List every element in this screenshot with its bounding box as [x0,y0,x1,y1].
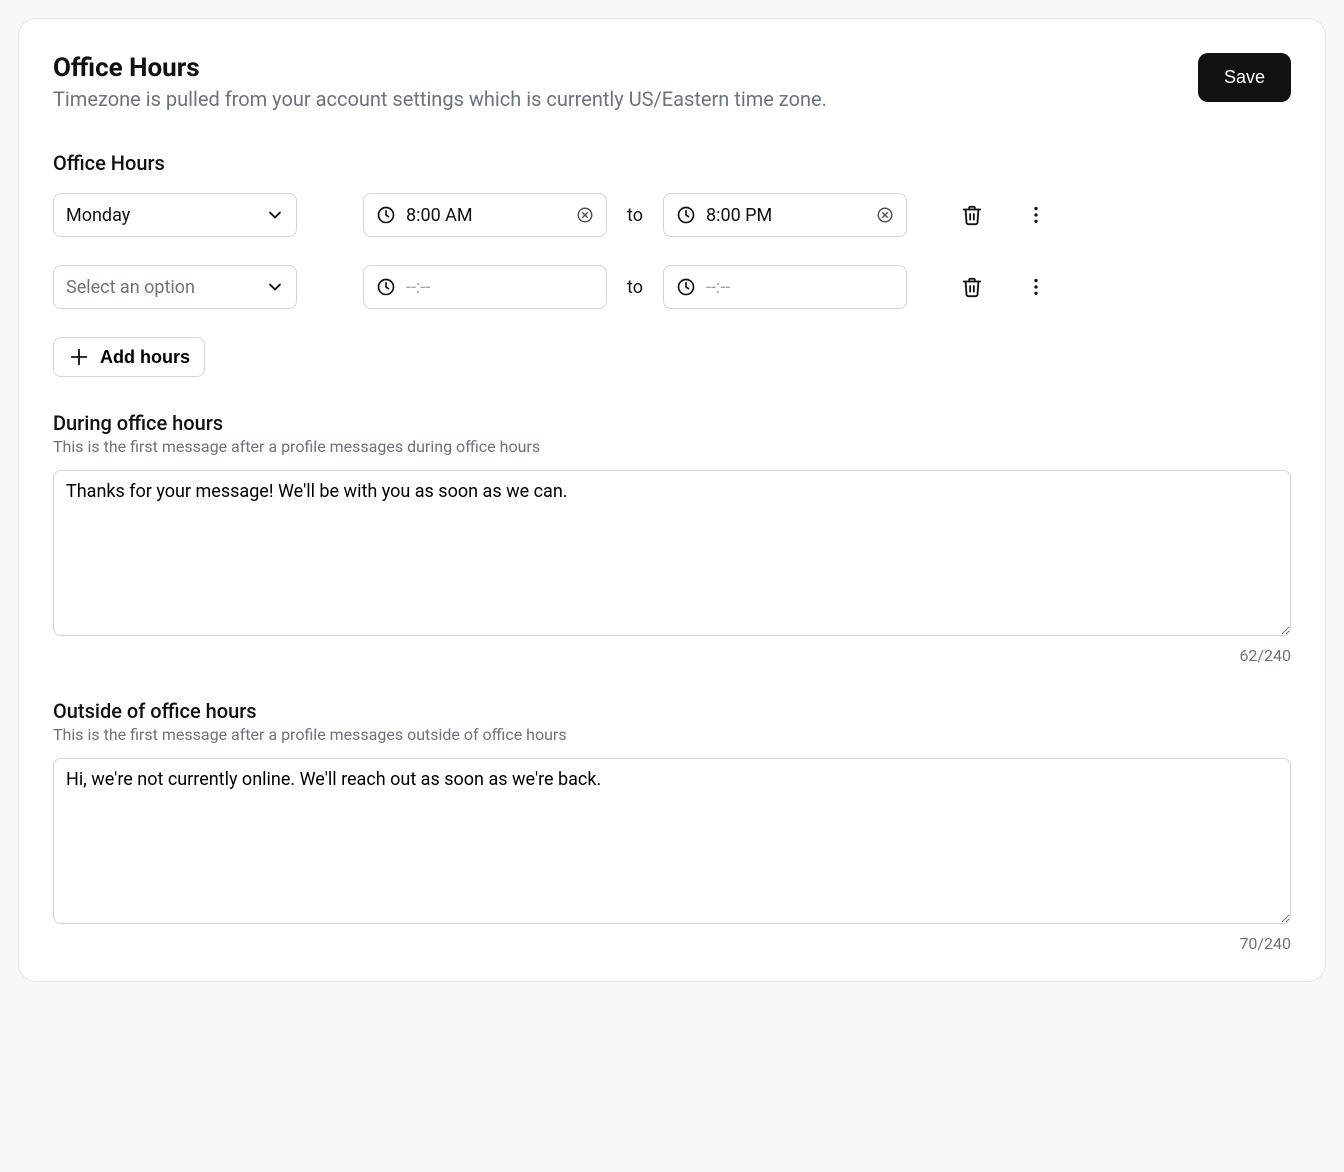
delete-row-button[interactable] [957,272,987,302]
end-time-placeholder: --:-- [706,277,894,298]
day-select-placeholder: Select an option [66,277,195,298]
start-time-value: 8:00 AM [406,205,576,226]
to-label: to [623,277,647,298]
office-hours-label: Office Hours [53,151,1291,175]
clock-icon [676,205,696,225]
to-label: to [623,205,647,226]
during-label: During office hours [53,411,1291,435]
outside-block: Outside of office hours This is the firs… [53,699,1291,953]
trash-icon [961,204,983,226]
during-counter: 62/240 [53,646,1291,665]
outside-counter: 70/240 [53,934,1291,953]
clear-start-time-button[interactable] [576,206,594,224]
delete-row-button[interactable] [957,200,987,230]
row-more-button[interactable] [1021,272,1051,302]
hours-row: Select an option --:-- to --:-- [53,265,1291,309]
page-title: Office Hours [53,53,827,83]
save-button[interactable]: Save [1198,53,1291,102]
row-more-button[interactable] [1021,200,1051,230]
header-texts: Office Hours Timezone is pulled from you… [53,53,827,111]
page-subtitle: Timezone is pulled from your account set… [53,87,827,111]
clock-icon [376,277,396,297]
clock-icon [676,277,696,297]
during-message-textarea[interactable] [53,470,1291,636]
during-block: During office hours This is the first me… [53,411,1291,665]
row-actions [957,272,1051,302]
more-vertical-icon [1025,276,1047,298]
start-time-input[interactable]: 8:00 AM [363,193,607,237]
day-select-value: Monday [66,205,130,226]
during-help: This is the first message after a profil… [53,437,1291,456]
header-row: Office Hours Timezone is pulled from you… [53,53,1291,111]
plus-icon [68,346,90,368]
day-select[interactable]: Monday [53,193,297,237]
clock-icon [376,205,396,225]
row-actions [957,200,1051,230]
start-time-input[interactable]: --:-- [363,265,607,309]
end-time-value: 8:00 PM [706,205,876,226]
hours-row: Monday 8:00 AM to 8:00 PM [53,193,1291,237]
add-hours-label: Add hours [100,347,190,368]
start-time-placeholder: --:-- [406,277,594,298]
outside-help: This is the first message after a profil… [53,725,1291,744]
more-vertical-icon [1025,204,1047,226]
outside-label: Outside of office hours [53,699,1291,723]
trash-icon [961,276,983,298]
end-time-input[interactable]: --:-- [663,265,907,309]
end-time-input[interactable]: 8:00 PM [663,193,907,237]
office-hours-card: Office Hours Timezone is pulled from you… [18,18,1326,982]
outside-message-textarea[interactable] [53,758,1291,924]
add-hours-button[interactable]: Add hours [53,337,205,377]
day-select[interactable]: Select an option [53,265,297,309]
clear-end-time-button[interactable] [876,206,894,224]
